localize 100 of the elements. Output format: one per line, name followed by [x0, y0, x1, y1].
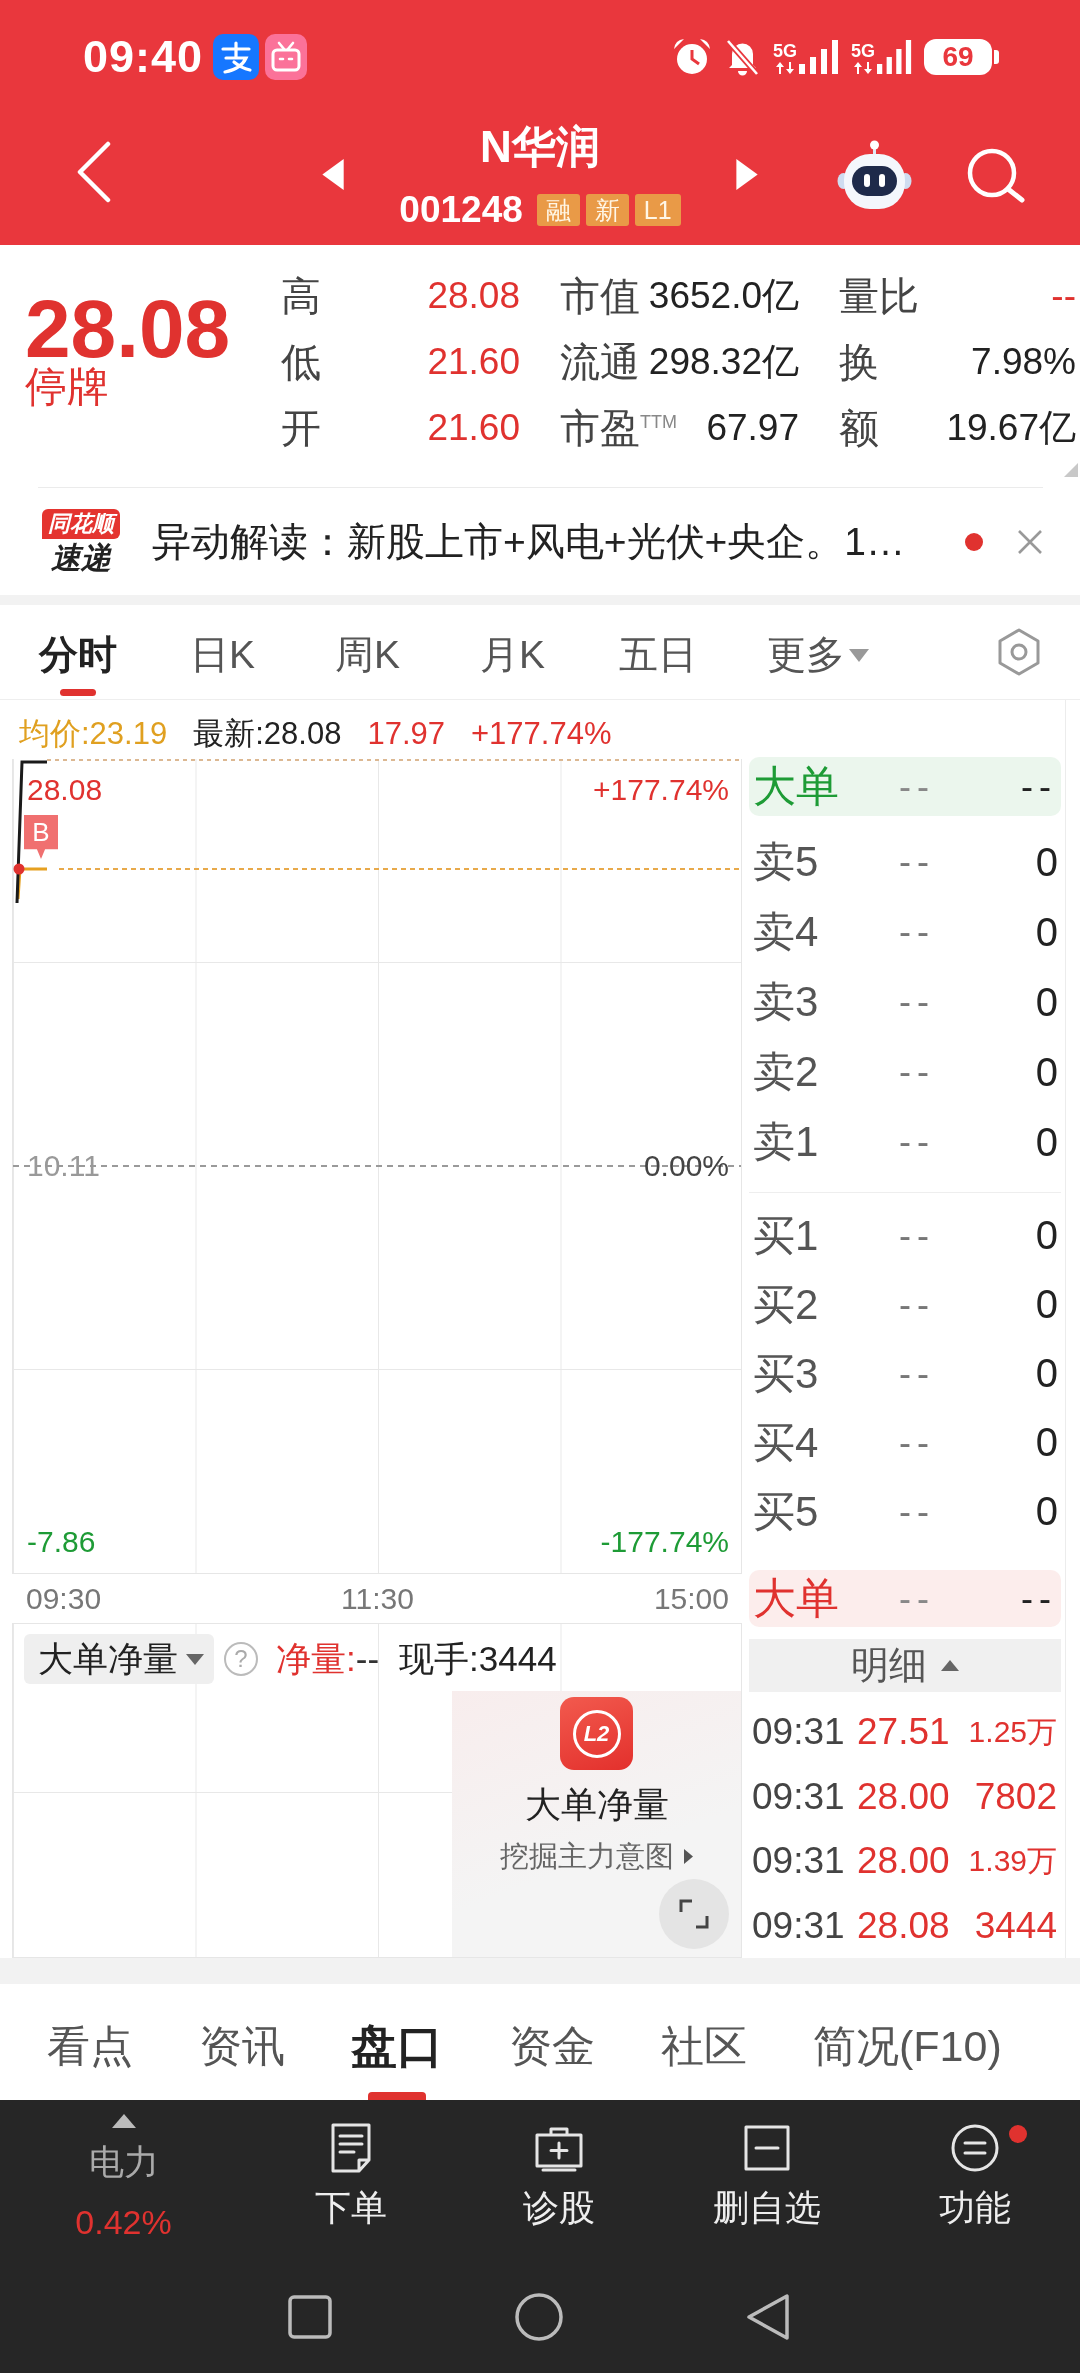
order-price: --: [899, 841, 936, 883]
section-tab[interactable]: 简况(F10): [813, 1984, 1002, 2100]
chart-tab[interactable]: 更多: [730, 605, 905, 699]
chart-tab[interactable]: 周K: [295, 605, 440, 699]
caret-right-icon[interactable]: [736, 159, 758, 190]
section-tab[interactable]: 资金: [509, 1984, 595, 2100]
big-order-label: 大单: [753, 760, 840, 812]
price-axis-label: -7.86: [27, 1525, 96, 1559]
big-order-price: --: [899, 1578, 936, 1620]
trade-time: 09:31: [752, 1840, 846, 1883]
time-axis-label: 09:30: [26, 1581, 102, 1616]
detail-toggle[interactable]: 明细: [749, 1639, 1061, 1692]
order-volume: 0: [1035, 1420, 1058, 1465]
big-order-label: 大单: [753, 1573, 840, 1624]
section-tab[interactable]: 社区: [661, 1984, 747, 2100]
chart-tab[interactable]: 分时: [5, 605, 150, 699]
stat-label: 市盈$^{TTM}$: [560, 404, 677, 452]
order-volume: 0: [1035, 979, 1058, 1025]
order-volume: 0: [1035, 1213, 1058, 1258]
trade-price: 28.00: [857, 1840, 950, 1883]
time-axis-label: 15:00: [653, 1581, 729, 1616]
robot-icon[interactable]: [837, 139, 912, 210]
chart-tab[interactable]: 五日: [585, 605, 730, 699]
network-type: 5G: [851, 42, 875, 60]
toolbar-button[interactable]: 下单: [247, 2100, 455, 2260]
order-label: 卖5: [753, 837, 820, 887]
close-icon[interactable]: [1017, 528, 1043, 555]
order-price: --: [899, 1283, 936, 1326]
chart-tab[interactable]: 日K: [150, 605, 295, 699]
stat-value: 67.97: [706, 407, 799, 449]
trade-time: 09:31: [752, 1711, 846, 1754]
percent-axis-label: 0.00%: [643, 1149, 729, 1183]
toolbar-button[interactable]: 删自选: [663, 2100, 871, 2260]
trade-volume: 3444: [973, 1904, 1057, 1947]
stat-label: 低: [281, 338, 321, 386]
percent-axis-label: +177.74%: [593, 773, 729, 807]
caret-down-icon: [848, 648, 869, 662]
section-tab[interactable]: 盘口: [351, 1984, 443, 2100]
chart-stat: 均价:23.19: [19, 714, 168, 753]
index-change: 0.42%: [75, 2204, 172, 2240]
app-icon: [213, 34, 260, 80]
stat-label: 换: [839, 338, 879, 386]
caret-right-icon: [684, 1848, 693, 1864]
toolbar-button[interactable]: 诊股: [455, 2100, 663, 2260]
stat-label: 开: [281, 404, 321, 452]
order-price: --: [899, 1421, 936, 1464]
network-type: 5G: [772, 42, 797, 60]
expand-icon: [679, 1899, 709, 1929]
buy-marker: B: [24, 815, 58, 859]
order-volume: 0: [1035, 1351, 1058, 1396]
status-time: 09:40: [83, 31, 204, 83]
order-price: --: [899, 1121, 936, 1163]
stat-value: 298.32亿: [648, 340, 799, 384]
section-tab[interactable]: 资讯: [199, 1984, 285, 2100]
toolbar-button[interactable]: 功能: [871, 2100, 1079, 2260]
promo-link[interactable]: 挖掘主力意图: [500, 1839, 693, 1873]
trade-volume: 1.39万: [967, 1842, 1057, 1879]
back-icon[interactable]: [746, 2292, 790, 2341]
stock-code: 001248: [399, 192, 523, 228]
trade-price: 28.08: [857, 1904, 950, 1947]
time-axis-label: 11:30: [341, 1581, 414, 1616]
chart-stat: 17.97: [367, 715, 445, 752]
logo-caption: 速递: [51, 540, 111, 575]
tv-app-icon: [265, 34, 308, 80]
order-label: 买1: [753, 1210, 820, 1261]
big-order-volume: --: [1021, 1578, 1057, 1620]
net-volume-value: --: [355, 1639, 380, 1679]
signal-icon: [799, 40, 839, 74]
price-axis-label: 28.08: [27, 773, 103, 807]
caret-up-icon: [941, 1660, 959, 1671]
section-tab[interactable]: 看点: [47, 1984, 133, 2100]
home-icon[interactable]: [515, 2292, 563, 2341]
point-marker-icon: [13, 863, 25, 875]
trading-status: 停牌: [25, 366, 110, 408]
stat-value: 19.67亿: [946, 406, 1076, 450]
news-headline[interactable]: 异动解读：新股上市+风电+光伏+央企。1…: [152, 514, 906, 569]
order-label: 买2: [753, 1279, 820, 1330]
order-price: --: [899, 1214, 936, 1257]
chart-tab[interactable]: 月K: [440, 605, 585, 699]
current-volume: 现手:3444: [399, 1637, 557, 1680]
chart-stat: 最新:28.08: [193, 714, 342, 753]
net-volume-label: 净量:: [276, 1637, 356, 1680]
order-label: 卖4: [753, 907, 820, 957]
price-axis-label: 10.11: [27, 1149, 100, 1183]
trade-time: 09:31: [752, 1904, 846, 1947]
stat-value: 28.08: [427, 275, 520, 317]
order-price: --: [899, 1352, 936, 1395]
stat-label: 量比: [839, 272, 919, 320]
order-price: --: [899, 1490, 936, 1533]
index-name[interactable]: 电力: [88, 2144, 159, 2180]
chart-stat: +177.74%: [471, 715, 612, 752]
recents-icon[interactable]: [288, 2294, 332, 2339]
stat-value: 3652.0亿: [648, 274, 799, 318]
average-line: [16, 867, 47, 900]
chevron-left-icon[interactable]: [76, 141, 112, 203]
order-label: 买4: [753, 1417, 820, 1468]
stat-value: 7.98%: [971, 341, 1076, 383]
caret-left-icon[interactable]: [322, 159, 344, 190]
order-label: 买3: [753, 1348, 820, 1399]
indicator-dropdown[interactable]: 大单净量: [24, 1634, 214, 1684]
